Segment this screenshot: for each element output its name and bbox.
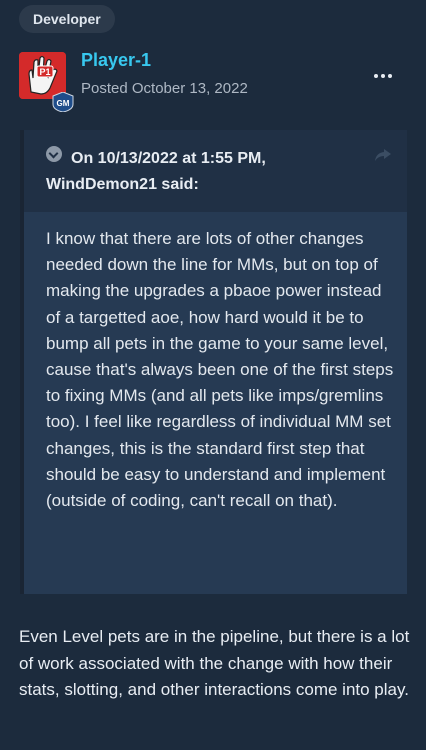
quote-citation: On 10/13/2022 at 1:55 PM, WindDemon21 sa… [46,146,366,198]
gm-badge-icon: GM [49,91,77,113]
svg-text:GM: GM [57,99,70,108]
quote-date: On 10/13/2022 at 1:55 PM, [71,150,266,167]
quote-body: I know that there are lots of other chan… [46,229,394,511]
developer-badge: Developer [19,5,115,33]
more-options-icon[interactable] [374,72,394,80]
svg-text:P1: P1 [39,67,50,77]
post-body: Even Level pets are in the pipeline, but… [19,627,410,699]
quote-block: On 10/13/2022 at 1:55 PM, WindDemon21 sa… [20,130,407,594]
author-name[interactable]: Player-1 [81,50,151,71]
quote-header: On 10/13/2022 at 1:55 PM, WindDemon21 sa… [24,130,407,212]
share-arrow-icon[interactable] [374,148,392,162]
quote-author[interactable]: WindDemon21 said: [46,176,199,193]
post-date: Posted October 13, 2022 [81,80,248,97]
